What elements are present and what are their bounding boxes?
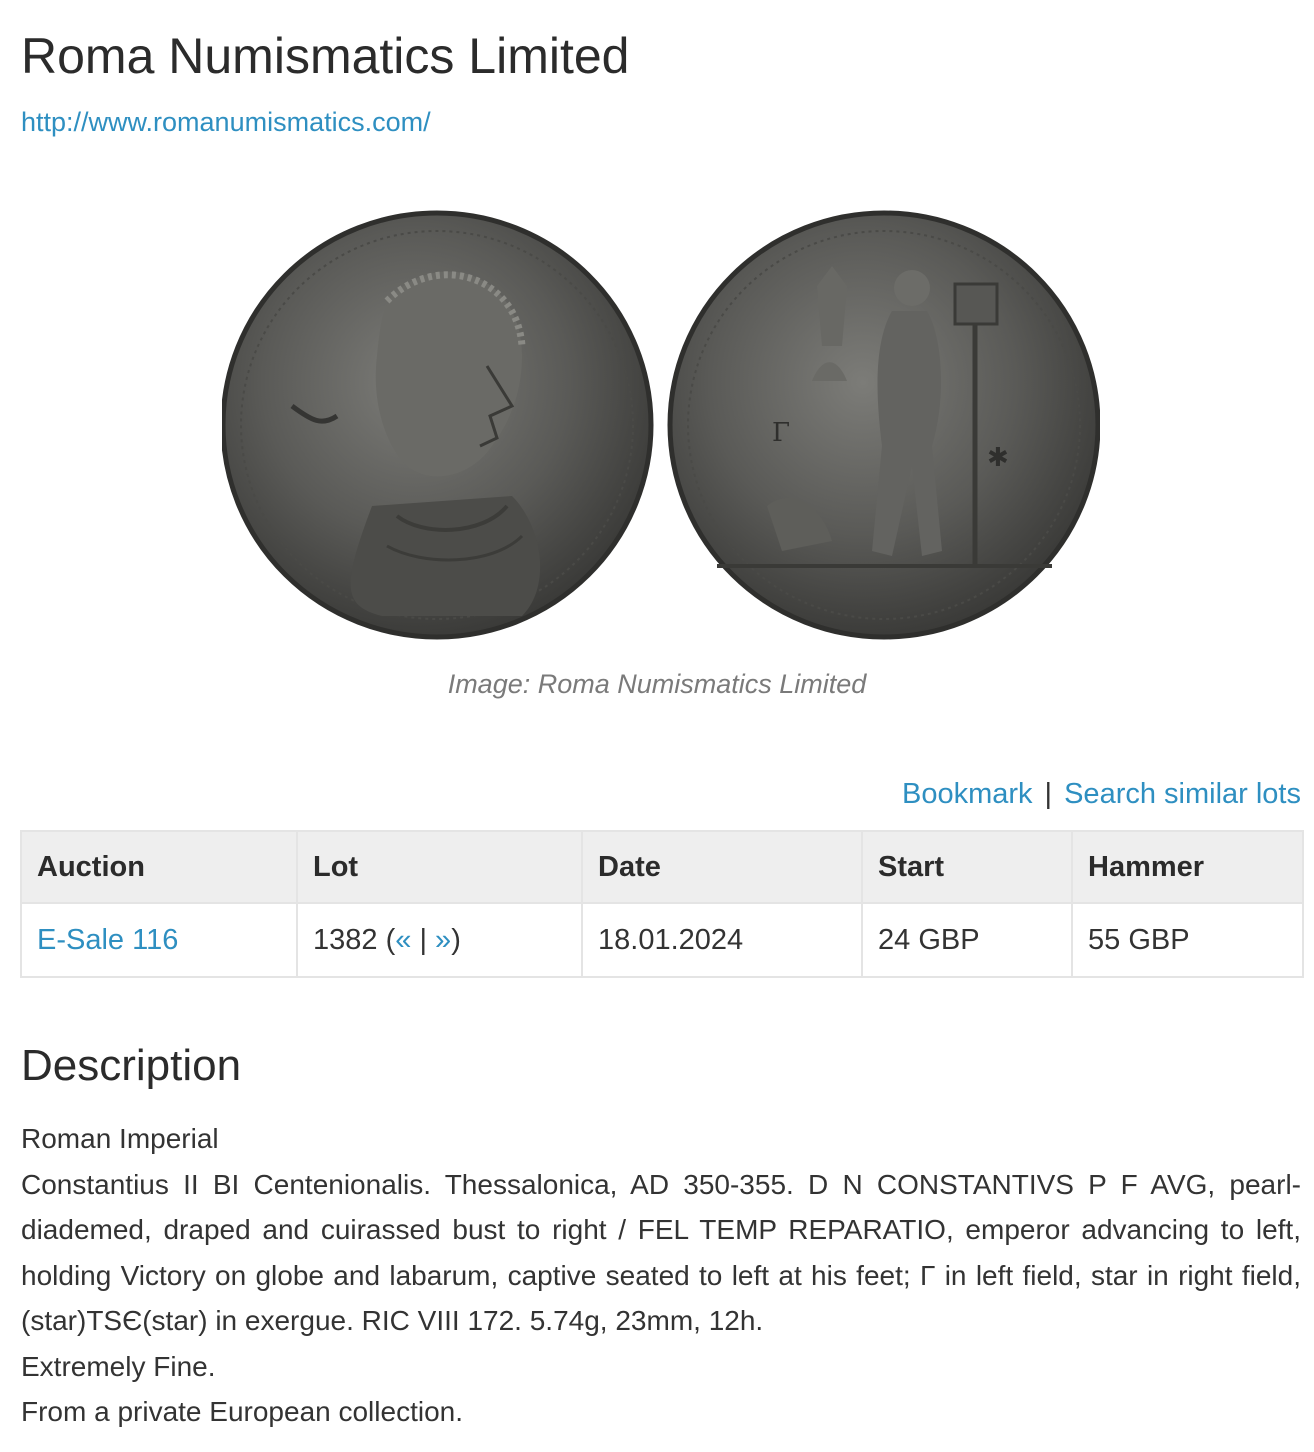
auction-link[interactable]: E-Sale 116 (37, 924, 178, 956)
start-price-cell: 24 GBP (861, 902, 1073, 978)
table-header-row: Auction Lot Date Start Hammer (20, 830, 1304, 904)
coin-image[interactable]: Γ ✱ (222, 206, 1100, 644)
page-title: Roma Numismatics Limited (21, 28, 630, 84)
column-header-hammer: Hammer (1071, 830, 1304, 904)
svg-text:Γ: Γ (772, 418, 790, 448)
svg-text:✱: ✱ (987, 443, 1009, 473)
date-cell: 18.01.2024 (581, 902, 863, 978)
bookmark-link[interactable]: Bookmark (902, 778, 1033, 810)
coin-reverse: Γ ✱ (667, 210, 1100, 640)
lot-table: Auction Lot Date Start Hammer E-Sale 116… (20, 830, 1304, 978)
search-similar-lots-link[interactable]: Search similar lots (1064, 778, 1301, 810)
table-row: E-Sale 116 1382 (« | ») 18.01.2024 24 GB… (20, 902, 1304, 978)
lot-cell: 1382 (« | ») (296, 902, 583, 978)
lot-nav-separator: | (419, 923, 427, 956)
description-category: Roman Imperial (21, 1123, 219, 1154)
description-body: Roman Imperial Constantius II BI Centeni… (21, 1116, 1301, 1435)
description-grade: Extremely Fine. (21, 1350, 216, 1382)
next-lot-link[interactable]: » (435, 924, 451, 956)
column-header-start: Start (861, 830, 1073, 904)
column-header-auction: Auction (20, 830, 298, 904)
description-heading: Description (21, 1041, 242, 1090)
website-link[interactable]: http://www.romanumismatics.com/ (21, 106, 431, 138)
description-provenance: From a private European collection. (21, 1396, 463, 1427)
image-caption: Image: Roma Numismatics Limited (447, 669, 867, 699)
previous-lot-link[interactable]: « (395, 924, 411, 956)
lot-page: Roma Numismatics Limited http://www.roma… (0, 0, 1314, 1452)
column-header-lot: Lot (296, 830, 583, 904)
lot-actions: Bookmark | Search similar lots (902, 776, 1301, 812)
hammer-price-cell: 55 GBP (1071, 902, 1304, 978)
lot-number: 1382 (313, 923, 378, 956)
actions-separator: | (1044, 778, 1053, 810)
description-text: Constantius II BI Centenionalis. Thessal… (21, 1168, 1301, 1337)
auction-cell: E-Sale 116 (20, 902, 298, 978)
coin-obverse (222, 210, 654, 640)
column-header-date: Date (581, 830, 863, 904)
